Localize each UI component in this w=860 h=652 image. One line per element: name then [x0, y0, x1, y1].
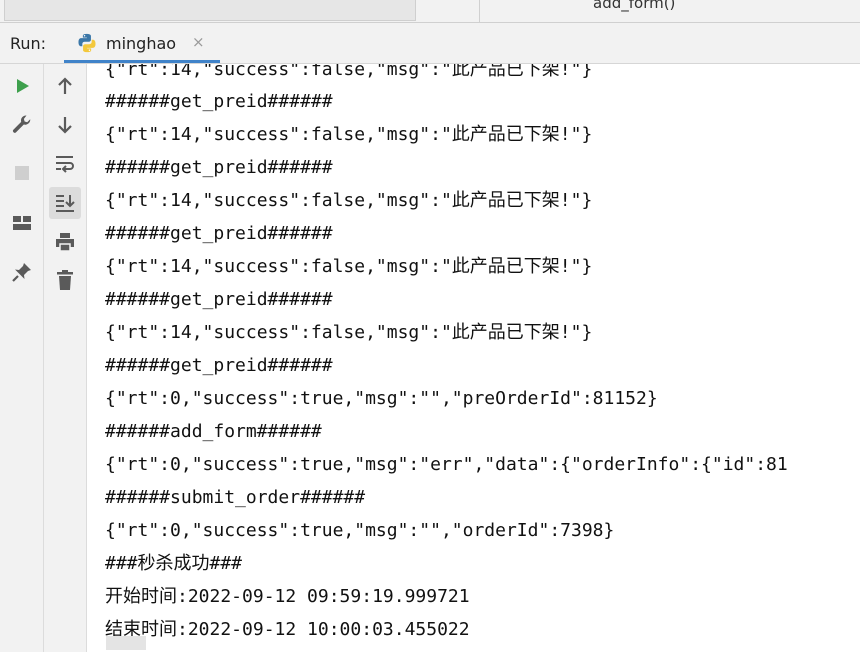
clear-all-button[interactable] — [49, 264, 81, 296]
console-line: 开始时间:2022-09-12 09:59:19.999721 — [105, 586, 470, 607]
layout-icon — [13, 216, 31, 230]
run-label: Run: — [10, 34, 47, 53]
console-line: ######get_preid###### — [105, 289, 333, 310]
console-line: ######get_preid###### — [105, 223, 333, 244]
stop-icon — [15, 166, 29, 180]
soft-wrap-icon — [56, 156, 74, 173]
arrow-up-icon — [58, 77, 72, 94]
console-line: ######submit_order###### — [105, 487, 366, 508]
run-tool-window-header: Run: minghao × — [0, 23, 860, 64]
next-occurrence-button[interactable] — [49, 109, 81, 141]
console-line: {"rt":14,"success":false,"msg":"此产品已下架!"… — [105, 124, 593, 145]
console-line: ######get_preid###### — [105, 157, 333, 178]
run-config-tab[interactable]: minghao × — [64, 23, 220, 63]
editor-horizontal-scrollbar[interactable] — [4, 0, 416, 21]
print-icon — [56, 233, 74, 252]
console-line: {"rt":14,"success":false,"msg":"此产品已下架!"… — [105, 190, 593, 211]
console-line: {"rt":0,"success":true,"msg":"","preOrde… — [105, 388, 658, 409]
pin-tab-button[interactable] — [6, 256, 38, 288]
run-actions-toolbar — [0, 64, 44, 652]
editor-tab-strip: add_form() — [0, 0, 860, 23]
active-tab-indicator — [64, 60, 220, 63]
rerun-button[interactable] — [6, 70, 38, 102]
tab-divider — [479, 0, 480, 22]
print-button[interactable] — [49, 226, 81, 258]
console-line: ###秒杀成功### — [105, 553, 243, 574]
console-line: {"rt":14,"success":false,"msg":"此产品已下架!"… — [105, 322, 593, 343]
run-config-tab-label: minghao — [106, 34, 177, 53]
previous-occurrence-button[interactable] — [49, 70, 81, 102]
console-line: {"rt":0,"success":true,"msg":"","orderId… — [105, 520, 615, 541]
console-output[interactable]: {"rt":14,"success":false,"msg":"此产品已下架!"… — [87, 64, 860, 652]
console-line: ######get_preid###### — [105, 91, 333, 112]
console-line: {"rt":14,"success":false,"msg":"此产品已下架!"… — [105, 64, 593, 80]
console-line: ######get_preid###### — [105, 355, 333, 376]
pin-icon — [12, 263, 31, 282]
console-line: {"rt":14,"success":false,"msg":"此产品已下架!"… — [105, 256, 593, 277]
console-line: ######add_form###### — [105, 421, 322, 442]
python-icon — [78, 33, 96, 53]
console-line: 结束时间:2022-09-12 10:00:03.455022 — [105, 619, 470, 640]
trash-icon — [57, 270, 73, 290]
console-toolbar — [44, 64, 87, 652]
close-icon[interactable]: × — [192, 33, 205, 51]
scroll-to-end-icon — [56, 195, 75, 212]
editor-tab-label[interactable]: add_form() — [593, 0, 675, 12]
scroll-to-end-button[interactable] — [49, 187, 81, 219]
edit-configuration-button[interactable] — [6, 108, 38, 140]
run-icon — [17, 79, 29, 93]
arrow-down-icon — [58, 117, 72, 134]
stop-button[interactable] — [6, 157, 38, 189]
console-line: {"rt":0,"success":true,"msg":"err","data… — [105, 454, 788, 475]
soft-wrap-button[interactable] — [49, 148, 81, 180]
wrench-icon — [12, 115, 31, 133]
restore-layout-button[interactable] — [6, 207, 38, 239]
console-horizontal-scrollbar[interactable] — [106, 636, 146, 650]
